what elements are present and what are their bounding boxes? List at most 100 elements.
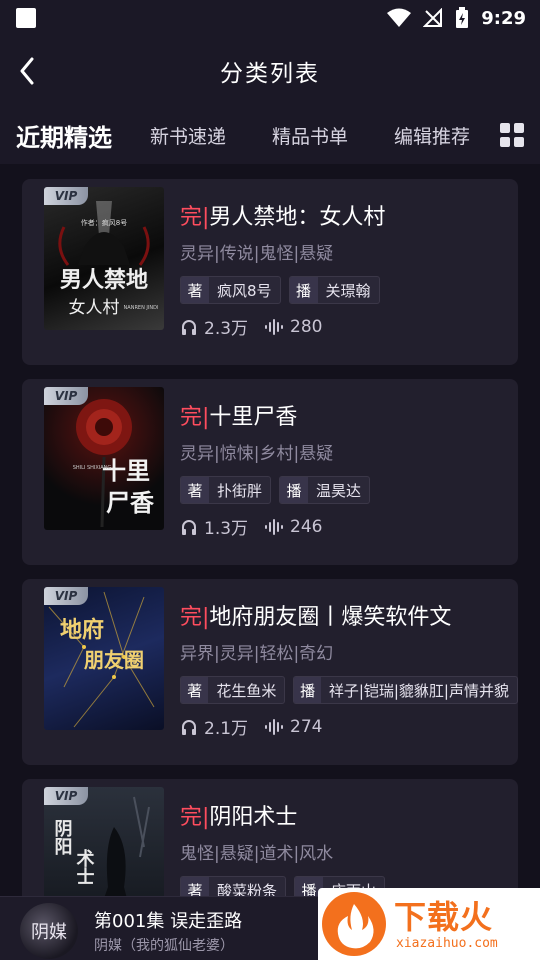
book-cover: 地府 朋友圈 VIP	[44, 587, 164, 730]
cover-subtitle: 女人村	[69, 298, 120, 318]
watermark-logo: 下载火 xiazaihuo.com	[318, 888, 540, 960]
finished-mark: 完|	[180, 605, 210, 630]
tab-editor-picks[interactable]: 编辑推荐	[394, 122, 470, 149]
author-label: 著	[181, 677, 209, 703]
watermark-text: 下载火	[394, 898, 494, 936]
category-tabs: 近期精选 新书速递 精品书单 编辑推荐	[0, 106, 540, 164]
back-button[interactable]	[12, 53, 42, 89]
book-title: 完|地府朋友圈丨爆笑软件文	[180, 599, 518, 631]
author-label: 著	[181, 477, 209, 503]
book-title-text: 阴阳术士	[209, 805, 298, 830]
no-signal-icon	[423, 8, 443, 27]
author-name: 花生鱼米	[216, 681, 277, 700]
play-count: 1.3万	[204, 519, 249, 539]
cover-subtitle: 尸香	[106, 488, 155, 517]
flame-logo-icon	[322, 892, 386, 956]
cover-title: 地府	[60, 617, 104, 643]
book-card[interactable]: 作者：疯风8号 男人禁地 女人村 NANREN JINDI VIP 完|男人禁地…	[22, 179, 518, 365]
narrator-chip: 播温昊达	[279, 476, 371, 504]
book-card[interactable]: 地府 朋友圈 VIP 完|地府朋友圈丨爆笑软件文 异界|灵异|轻松|奇幻 著花生…	[22, 579, 518, 765]
player-episode-title: 第001集 误走歪路	[94, 911, 243, 932]
tab-curated-lists[interactable]: 精品书单	[272, 122, 348, 149]
battery-charging-icon	[456, 7, 469, 28]
header: 分类列表	[0, 36, 540, 106]
book-info: 完|地府朋友圈丨爆笑软件文 异界|灵异|轻松|奇幻 著花生鱼米 播祥子|铠瑞|貔…	[180, 599, 518, 739]
book-tags: 鬼怪|悬疑|道术|风水	[180, 844, 334, 864]
headphones-icon	[182, 519, 196, 535]
cover-art: 作者：疯风8号 男人禁地 女人村 NANREN JINDI	[58, 201, 159, 318]
finished-mark: 完|	[180, 405, 210, 430]
tab-recent-picks[interactable]: 近期精选	[16, 118, 112, 153]
episode-count: 280	[290, 316, 323, 337]
finished-mark: 完|	[180, 805, 210, 830]
book-title: 完|男人禁地：女人村	[180, 199, 518, 231]
narrator-label: 播	[294, 677, 321, 703]
book-cover: 作者：疯风8号 男人禁地 女人村 NANREN JINDI VIP	[44, 187, 164, 330]
headphones-icon	[182, 719, 196, 735]
vip-badge: VIP	[44, 187, 88, 205]
book-credits: 著疯风8号 播关璟翰	[180, 276, 518, 304]
narrator-name: 祥子|铠瑞|貔貅肛|声情并貌	[328, 681, 509, 700]
watermark-domain: xiazaihuo.com	[396, 936, 498, 951]
play-count: 2.3万	[204, 319, 249, 339]
waveform-icon	[265, 718, 284, 735]
cover-art: 十里 尸香 SHILI SHIXIANG	[73, 399, 155, 528]
book-tags: 灵异|传说|鬼怪|悬疑	[180, 244, 334, 264]
book-info: 完|男人禁地：女人村 灵异|传说|鬼怪|悬疑 著疯风8号 播关璟翰 2.3万 2…	[180, 199, 518, 339]
narrator-chip: 播关璟翰	[288, 276, 380, 304]
finished-mark: 完|	[180, 205, 210, 230]
narrator-chip: 播祥子|铠瑞|貔貅肛|声情并貌	[293, 676, 518, 704]
cover-title: 阴阳	[52, 819, 73, 856]
author-name: 疯风8号	[217, 281, 272, 300]
book-title: 完|十里尸香	[180, 399, 518, 431]
grid-view-icon[interactable]	[500, 123, 524, 147]
author-label: 著	[181, 277, 209, 303]
cover-subtitle: 术士	[74, 848, 95, 885]
headphones-icon	[182, 319, 196, 335]
notification-icon	[16, 8, 36, 28]
chevron-left-icon	[20, 57, 34, 85]
cover-art: 地府 朋友圈	[48, 591, 155, 728]
tab-new-books[interactable]: 新书速递	[150, 122, 226, 149]
page-title: 分类列表	[220, 61, 320, 87]
book-title-text: 地府朋友圈丨爆笑软件文	[209, 605, 452, 630]
clock: 9:29	[481, 7, 526, 29]
episode-count: 274	[290, 716, 323, 737]
cover-mark: NANREN JINDI	[124, 305, 159, 311]
book-title-text: 男人禁地：女人村	[209, 205, 386, 230]
book-credits: 著花生鱼米 播祥子|铠瑞|貔貅肛|声情并貌	[180, 676, 518, 704]
book-title-text: 十里尸香	[209, 405, 298, 430]
narrator-name: 温昊达	[316, 481, 362, 500]
narrator-label: 播	[280, 477, 309, 503]
app-screen: 9:29 分类列表 近期精选 新书速递 精品书单 编辑推荐 作者：疯风8号 男人…	[0, 0, 540, 960]
book-credits: 著扑街胖 播温昊达	[180, 476, 518, 504]
author-name: 扑街胖	[217, 481, 263, 500]
status-icons: 9:29	[387, 7, 526, 29]
book-card[interactable]: 十里 尸香 SHILI SHIXIANG VIP 完|十里尸香 灵异|惊悚|乡村…	[22, 379, 518, 565]
cover-subtitle: 朋友圈	[84, 648, 144, 672]
book-info: 完|十里尸香 灵异|惊悚|乡村|悬疑 著扑街胖 播温昊达 1.3万 246	[180, 399, 518, 539]
waveform-icon	[265, 518, 284, 535]
player-book-title: 阴媒（我的狐仙老婆）	[94, 938, 234, 954]
book-stats: 1.3万 246	[180, 514, 518, 539]
book-cover: 十里 尸香 SHILI SHIXIANG VIP	[44, 387, 164, 530]
cover-title: 男人禁地	[60, 267, 148, 293]
status-bar: 9:29	[0, 0, 540, 36]
wifi-icon	[387, 8, 412, 27]
author-chip: 著疯风8号	[180, 276, 281, 304]
book-title: 完|阴阳术士	[180, 799, 518, 831]
book-tags: 灵异|惊悚|乡村|悬疑	[180, 444, 334, 464]
tabs-fade	[480, 106, 540, 164]
play-count: 2.1万	[204, 719, 249, 739]
vip-badge: VIP	[44, 387, 88, 405]
narrator-name: 关璟翰	[325, 281, 371, 300]
vip-badge: VIP	[44, 787, 88, 805]
author-chip: 著扑街胖	[180, 476, 272, 504]
waveform-icon	[265, 318, 284, 335]
book-stats: 2.3万 280	[180, 314, 518, 339]
narrator-label: 播	[289, 277, 318, 303]
player-cover[interactable]: 阴媒	[20, 903, 78, 959]
book-tags: 异界|灵异|轻松|奇幻	[180, 644, 334, 664]
vip-badge: VIP	[44, 587, 88, 605]
episode-count: 246	[290, 516, 323, 537]
